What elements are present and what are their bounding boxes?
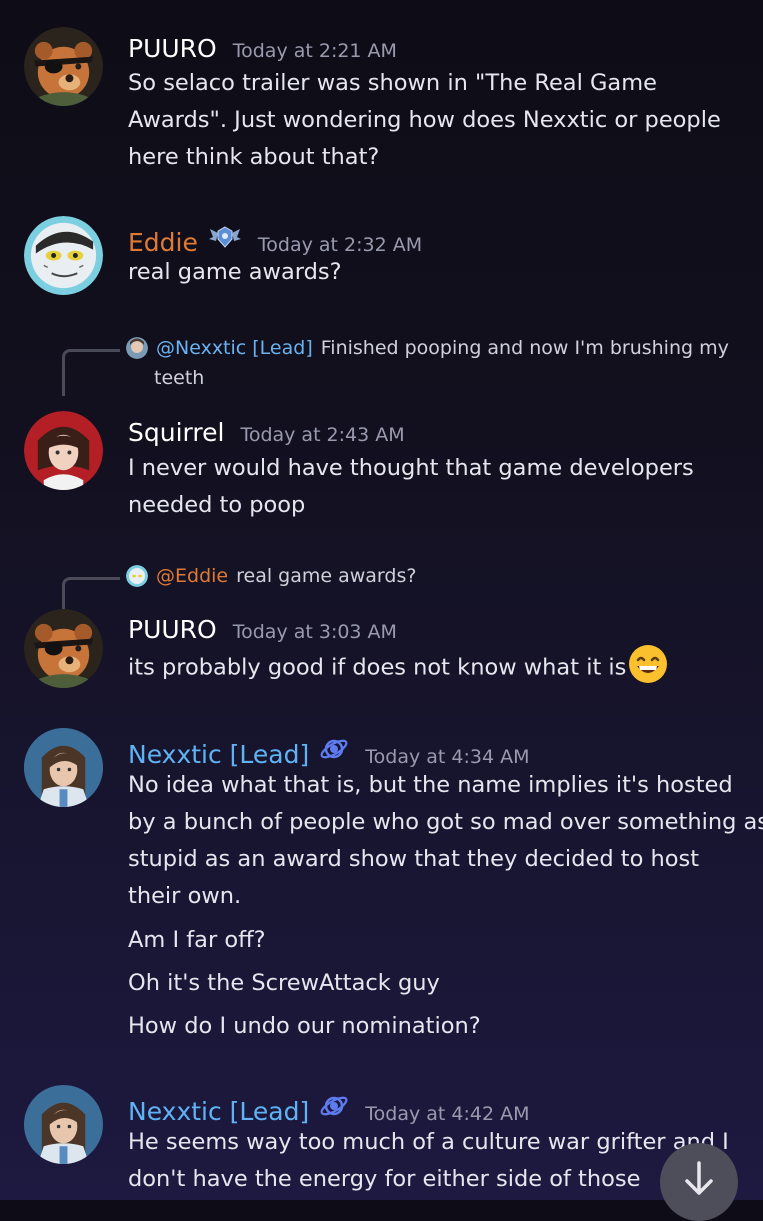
wings-shield-icon [208, 223, 242, 251]
message-line-with-emoji: its probably good if does not know what … [128, 645, 743, 688]
followup-message: Oh it's the ScrewAttack guy [128, 965, 743, 1002]
planet-icon [319, 1092, 349, 1120]
timestamp: Today at 2:21 AM [232, 40, 397, 62]
arrow-down-icon [685, 1161, 713, 1195]
reply-text: Finished pooping and now I'm brushing my [320, 337, 729, 359]
message-line: He seems way too much of a culture war g… [128, 1129, 729, 1155]
followup-message: Am I far off? [128, 922, 743, 959]
reply-avatar [126, 337, 148, 359]
reply-mention[interactable]: @Nexxtic [Lead] [156, 337, 313, 359]
message-text: real game awards? [128, 254, 743, 291]
reply-text-cont: teeth [154, 367, 205, 389]
timestamp: Today at 3:03 AM [232, 621, 397, 643]
message-line: No idea what that is, but the name impli… [128, 772, 733, 798]
reply-avatar [126, 565, 148, 587]
reply-mention[interactable]: @Eddie [156, 565, 228, 587]
message-line: Oh it's the ScrewAttack guy [128, 970, 440, 996]
author-name[interactable]: Nexxtic [Lead] [128, 1097, 309, 1126]
followup-message: How do I undo our nomination? [128, 1008, 743, 1045]
message-line: its probably good if does not know what … [128, 654, 627, 681]
message-line: here think about that? [128, 144, 380, 170]
message-line: Awards". Just wondering how does Nexxtic… [128, 107, 721, 133]
author-name[interactable]: PUURO [128, 615, 217, 644]
message-line: Am I far off? [128, 927, 266, 953]
author-name[interactable]: Squirrel [128, 418, 224, 447]
timestamp: Today at 2:43 AM [240, 424, 405, 446]
message-line: their own. [128, 883, 242, 909]
author-name[interactable]: Eddie [128, 228, 198, 257]
avatar-puuro[interactable] [24, 609, 103, 688]
avatar-puuro[interactable] [24, 27, 103, 106]
message-line: I never would have thought that game dev… [128, 455, 694, 481]
message-text: I never would have thought that game dev… [128, 450, 743, 524]
avatar-nexxtic[interactable] [24, 1085, 103, 1164]
author-name[interactable]: PUURO [128, 34, 217, 63]
avatar-eddie[interactable] [24, 216, 103, 295]
message-line: by a bunch of people who got so mad over… [128, 809, 763, 835]
message-line: needed to poop [128, 492, 306, 518]
message-line: stupid as an award show that they decide… [128, 846, 700, 872]
message-text: So selaco trailer was shown in "The Real… [128, 65, 743, 176]
timestamp: Today at 4:42 AM [365, 1103, 530, 1125]
timestamp: Today at 2:32 AM [257, 234, 423, 256]
message-text: its probably good if does not know what … [128, 645, 743, 688]
grinning-smile-emoji[interactable] [628, 644, 668, 684]
planet-icon [319, 735, 349, 763]
timestamp: Today at 4:34 AM [365, 746, 530, 768]
message-line: real game awards? [128, 259, 342, 285]
message-text: He seems way too much of a culture war g… [128, 1124, 743, 1198]
message-line: How do I undo our nomination? [128, 1013, 481, 1039]
author-name[interactable]: Nexxtic [Lead] [128, 740, 309, 769]
reply-text: real game awards? [236, 565, 417, 587]
message-line: don't have the energy for either side of… [128, 1166, 641, 1192]
jump-to-present-button[interactable] [660, 1143, 738, 1221]
avatar-squirrel[interactable] [24, 411, 103, 490]
message-text: No idea what that is, but the name impli… [128, 767, 763, 915]
avatar-nexxtic[interactable] [24, 728, 103, 807]
message-line: So selaco trailer was shown in "The Real… [128, 70, 657, 96]
